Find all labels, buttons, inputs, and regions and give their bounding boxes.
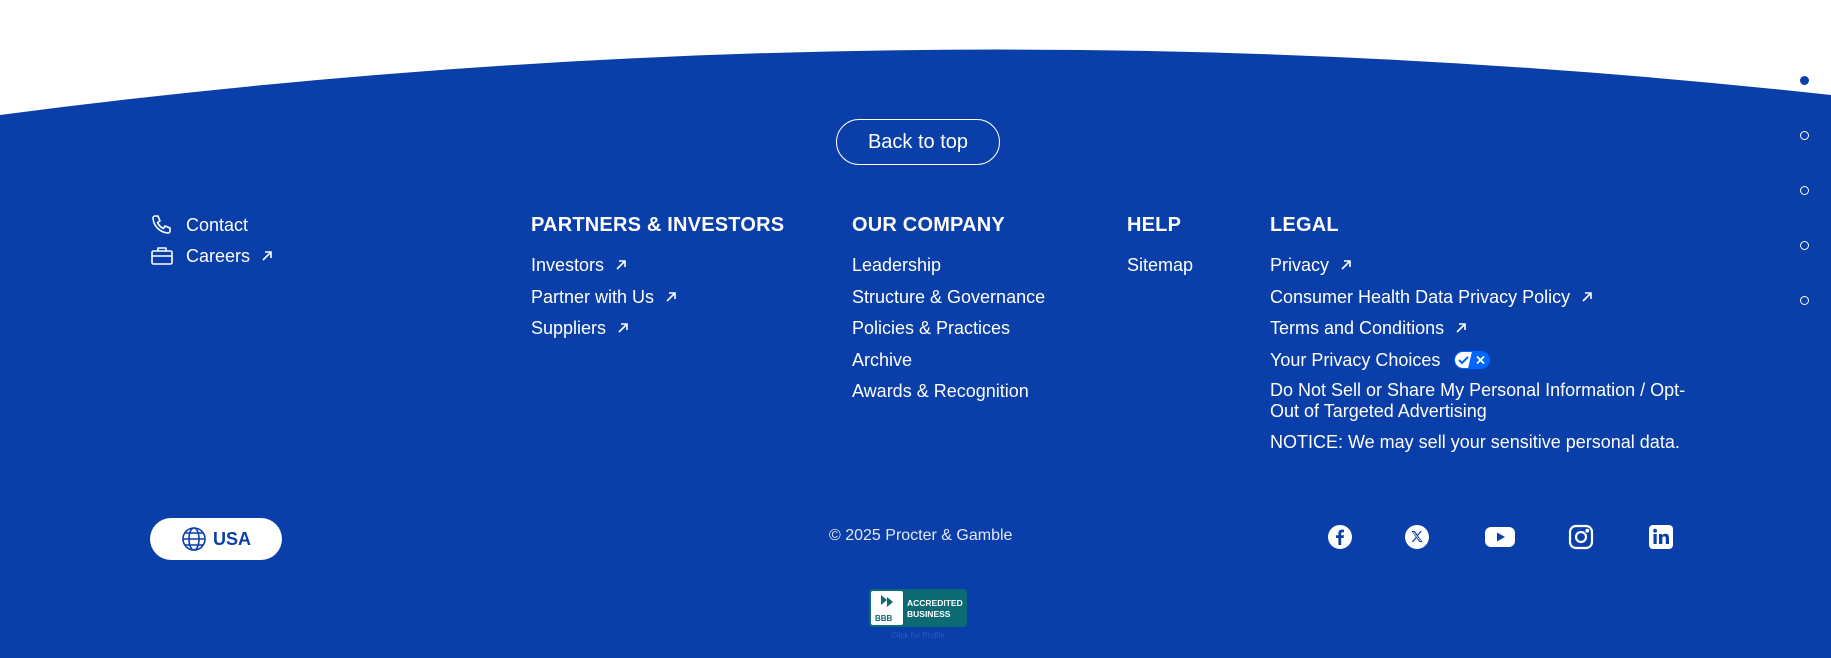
structure-governance-link[interactable]: Structure & Governance <box>852 286 1045 308</box>
terms-conditions-label: Terms and Conditions <box>1270 318 1445 338</box>
do-not-sell-link[interactable]: Do Not Sell or Share My Personal Informa… <box>1270 380 1710 422</box>
youtube-icon[interactable] <box>1484 523 1516 551</box>
legal-heading: LEGAL <box>1270 214 1339 236</box>
external-link-icon <box>1454 321 1468 335</box>
sensitive-data-notice: NOTICE: We may sell your sensitive perso… <box>1270 432 1680 452</box>
investors-label: Investors <box>531 255 605 275</box>
briefcase-icon <box>150 244 174 268</box>
copyright-text: © 2025 Procter & Gamble <box>829 527 1013 544</box>
consumer-health-privacy-label: Consumer Health Data Privacy Policy <box>1270 286 1571 307</box>
external-link-icon <box>616 321 630 335</box>
our-company-column: OUR COMPANY Leadership Structure & Gover… <box>852 214 1045 412</box>
partner-with-us-label: Partner with Us <box>531 286 655 307</box>
globe-icon <box>181 526 207 552</box>
archive-link[interactable]: Archive <box>852 349 1045 371</box>
terms-conditions-link[interactable]: Terms and Conditions <box>1270 317 1710 339</box>
help-heading: HELP <box>1127 214 1182 236</box>
contact-label: Contact <box>186 214 249 235</box>
external-link-icon <box>664 290 678 304</box>
phone-icon <box>150 213 174 237</box>
external-link-icon <box>260 249 274 263</box>
partner-with-us-link[interactable]: Partner with Us <box>531 286 784 308</box>
bbb-accredited-badge[interactable]: BBB ACCREDITED BUSINESS <box>869 589 967 627</box>
pager-dot[interactable] <box>1800 76 1809 85</box>
company-heading: OUR COMPANY <box>852 214 1005 236</box>
bbb-line1: ACCREDITED <box>907 598 963 608</box>
country-selector-button[interactable]: USA <box>150 518 282 560</box>
consumer-health-privacy-link[interactable]: Consumer Health Data Privacy Policy <box>1270 286 1710 308</box>
privacy-choices-icon <box>1454 350 1491 369</box>
suppliers-label: Suppliers <box>531 318 607 338</box>
external-link-icon <box>614 258 628 272</box>
contact-link[interactable]: Contact <box>150 212 274 238</box>
legal-column: LEGAL Privacy Consumer Health Data Priva… <box>1270 214 1710 453</box>
bbb-mark: BBB <box>875 614 893 623</box>
policies-practices-link[interactable]: Policies & Practices <box>852 317 1045 339</box>
help-column: HELP Sitemap <box>1127 214 1193 286</box>
leadership-link[interactable]: Leadership <box>852 254 1045 276</box>
country-label: USA <box>212 528 251 549</box>
privacy-link[interactable]: Privacy <box>1270 254 1710 276</box>
sitemap-link[interactable]: Sitemap <box>1127 254 1193 276</box>
instagram-icon[interactable] <box>1567 523 1595 551</box>
bbb-profile-link[interactable]: Click for Profile <box>869 631 967 640</box>
facebook-icon[interactable] <box>1326 523 1354 551</box>
careers-label: Careers <box>186 245 251 266</box>
pager-dot[interactable] <box>1800 241 1809 250</box>
external-link-icon <box>1580 290 1594 304</box>
suppliers-link[interactable]: Suppliers <box>531 317 784 339</box>
back-to-top-button[interactable]: Back to top <box>836 119 1000 165</box>
quick-links: Contact Careers <box>150 212 274 269</box>
awards-recognition-link[interactable]: Awards & Recognition <box>852 380 1045 402</box>
linkedin-icon[interactable] <box>1647 523 1675 551</box>
bbb-line2: BUSINESS <box>907 609 951 619</box>
pager-dot[interactable] <box>1800 186 1809 195</box>
privacy-choices-link[interactable]: Your Privacy Choices <box>1270 349 1710 371</box>
x-twitter-icon[interactable] <box>1403 523 1431 551</box>
partners-investors-column: PARTNERS & INVESTORS Investors Partner w… <box>531 214 784 349</box>
external-link-icon <box>1339 258 1353 272</box>
partners-heading: PARTNERS & INVESTORS <box>531 214 785 236</box>
privacy-label: Privacy <box>1270 255 1330 275</box>
pager-dot[interactable] <box>1800 296 1809 305</box>
pager-dot[interactable] <box>1800 131 1809 140</box>
careers-link[interactable]: Careers <box>150 243 274 269</box>
investors-link[interactable]: Investors <box>531 254 784 276</box>
privacy-choices-label: Your Privacy Choices <box>1270 349 1441 370</box>
